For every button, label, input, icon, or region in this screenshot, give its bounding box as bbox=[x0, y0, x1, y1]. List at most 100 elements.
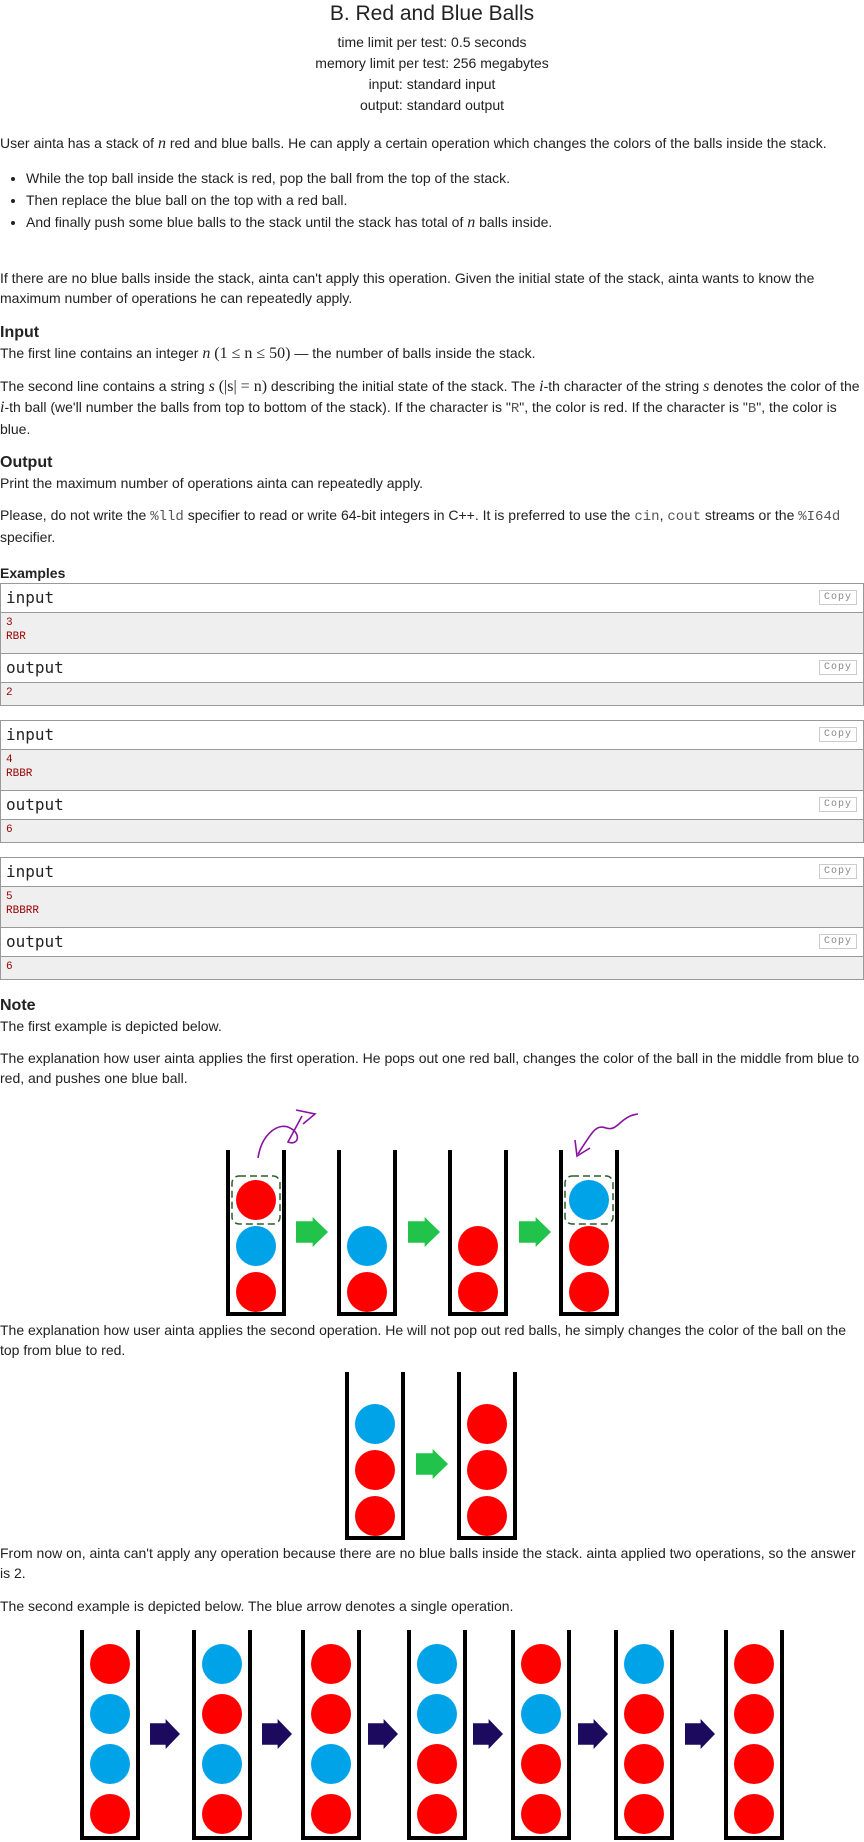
red-ball bbox=[90, 1794, 130, 1834]
red-ball bbox=[624, 1744, 664, 1784]
red-ball bbox=[569, 1272, 609, 1312]
blue-ball bbox=[569, 1180, 609, 1220]
input-section: Input The first line contains an integer… bbox=[0, 323, 864, 439]
example-2: input Copy 4 RBBR output Copy 6 bbox=[0, 720, 864, 843]
blue-ball bbox=[311, 1744, 351, 1784]
blue-ball bbox=[521, 1694, 561, 1734]
red-ball bbox=[569, 1226, 609, 1266]
pop-curve bbox=[257, 1115, 303, 1159]
example-input[interactable]: 3 RBR bbox=[1, 613, 863, 653]
red-ball bbox=[467, 1404, 507, 1444]
legend-paragraph-2: If there are no blue balls inside the st… bbox=[0, 270, 815, 306]
example-input-header: input Copy bbox=[1, 858, 863, 887]
example-output-header: output Copy bbox=[1, 927, 863, 957]
note-heading: Note bbox=[0, 997, 36, 1014]
figure-second-example bbox=[80, 1630, 784, 1840]
example-output[interactable]: 6 bbox=[1, 820, 863, 842]
red-ball bbox=[734, 1794, 774, 1834]
example-input-header: input Copy bbox=[1, 584, 863, 613]
problem-limits: time limit per test: 0.5 seconds memory … bbox=[0, 32, 864, 116]
arrow-icon bbox=[262, 1719, 292, 1749]
red-ball bbox=[311, 1694, 351, 1734]
blue-ball bbox=[236, 1226, 276, 1266]
example-output-header: output Copy bbox=[1, 653, 863, 683]
blue-ball bbox=[202, 1644, 242, 1684]
examples-heading: Examples bbox=[0, 565, 66, 581]
arrow-icon bbox=[416, 1449, 448, 1479]
red-ball bbox=[521, 1744, 561, 1784]
example-input[interactable]: 5 RBBRR bbox=[1, 887, 863, 927]
example-input[interactable]: 4 RBBR bbox=[1, 750, 863, 790]
legend-paragraph: User ainta has a stack of n red and blue… bbox=[0, 135, 827, 152]
red-ball bbox=[467, 1450, 507, 1490]
note-paragraph-4: From now on, ainta can't apply any opera… bbox=[0, 1545, 856, 1581]
input-heading: Input bbox=[0, 324, 40, 341]
blue-ball bbox=[90, 1694, 130, 1734]
operation-list: While the top ball inside the stack is r… bbox=[0, 167, 864, 234]
problem-title: B. Red and Blue Balls bbox=[329, 2, 535, 25]
blue-ball bbox=[202, 1744, 242, 1784]
operation-step: Then replace the blue ball on the top wi… bbox=[26, 189, 864, 211]
output-source: output: standard output bbox=[360, 97, 504, 113]
red-ball bbox=[734, 1694, 774, 1734]
arrow-icon bbox=[368, 1719, 398, 1749]
copy-button[interactable]: Copy bbox=[818, 660, 857, 675]
arrow-icon bbox=[519, 1217, 551, 1247]
red-ball bbox=[734, 1744, 774, 1784]
example-output[interactable]: 6 bbox=[1, 957, 863, 979]
note-section: Note The first example is depicted below… bbox=[0, 996, 864, 1088]
blue-ball bbox=[355, 1404, 395, 1444]
red-ball bbox=[417, 1744, 457, 1784]
arrow-icon bbox=[473, 1719, 503, 1749]
blue-ball bbox=[624, 1644, 664, 1684]
red-ball bbox=[236, 1180, 276, 1220]
red-ball bbox=[202, 1694, 242, 1734]
red-ball bbox=[311, 1644, 351, 1684]
figure-first-operation bbox=[226, 1109, 639, 1316]
red-ball bbox=[355, 1496, 395, 1536]
red-ball bbox=[417, 1794, 457, 1834]
red-ball bbox=[311, 1794, 351, 1834]
red-ball bbox=[347, 1272, 387, 1312]
red-ball bbox=[90, 1644, 130, 1684]
example-input-header: input Copy bbox=[1, 721, 863, 750]
red-ball bbox=[521, 1794, 561, 1834]
time-limit: time limit per test: 0.5 seconds bbox=[337, 34, 527, 50]
copy-button[interactable]: Copy bbox=[818, 727, 857, 742]
copy-button[interactable]: Copy bbox=[818, 864, 857, 879]
red-ball bbox=[734, 1644, 774, 1684]
push-curve bbox=[577, 1113, 639, 1155]
arrow-icon bbox=[578, 1719, 608, 1749]
red-ball bbox=[202, 1794, 242, 1834]
red-ball bbox=[467, 1496, 507, 1536]
arrow-icon bbox=[296, 1217, 328, 1247]
red-ball bbox=[521, 1644, 561, 1684]
output-section: Output Print the maximum number of opera… bbox=[0, 453, 864, 547]
red-ball bbox=[355, 1450, 395, 1490]
red-ball bbox=[236, 1272, 276, 1312]
red-ball bbox=[624, 1694, 664, 1734]
blue-ball bbox=[90, 1744, 130, 1784]
example-3: input Copy 5 RBBRR output Copy 6 bbox=[0, 857, 864, 980]
arrow-icon bbox=[150, 1719, 180, 1749]
example-output[interactable]: 2 bbox=[1, 683, 863, 705]
note-paragraph-5: The second example is depicted below. Th… bbox=[0, 1598, 514, 1614]
red-ball bbox=[458, 1226, 498, 1266]
operation-step: And finally push some blue balls to the … bbox=[26, 211, 864, 234]
blue-ball bbox=[347, 1226, 387, 1266]
arrow-icon bbox=[685, 1719, 715, 1749]
note-paragraph-3: The explanation how user ainta applies t… bbox=[0, 1322, 846, 1358]
red-ball bbox=[624, 1794, 664, 1834]
blue-ball bbox=[417, 1644, 457, 1684]
red-ball bbox=[458, 1272, 498, 1312]
memory-limit: memory limit per test: 256 megabytes bbox=[315, 55, 549, 71]
output-heading: Output bbox=[0, 454, 53, 471]
copy-button[interactable]: Copy bbox=[818, 590, 857, 605]
copy-button[interactable]: Copy bbox=[818, 934, 857, 949]
copy-button[interactable]: Copy bbox=[818, 797, 857, 812]
operation-step: While the top ball inside the stack is r… bbox=[26, 167, 864, 189]
example-output-header: output Copy bbox=[1, 790, 863, 820]
figure-second-operation bbox=[345, 1372, 517, 1540]
example-1: input Copy 3 RBR output Copy 2 bbox=[0, 583, 864, 706]
arrow-icon bbox=[408, 1217, 440, 1247]
